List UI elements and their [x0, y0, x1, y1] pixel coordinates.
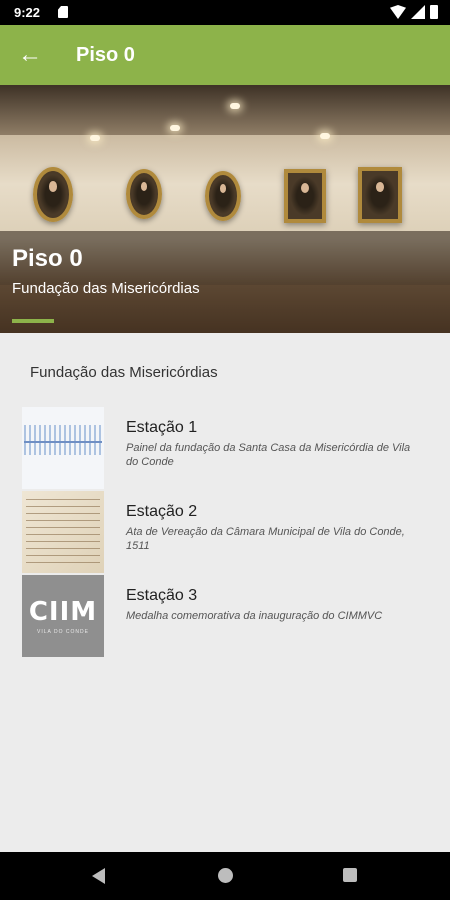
- portrait-painting: [358, 167, 402, 223]
- hero-title: Piso 0: [12, 245, 83, 272]
- station-title: Estação 1: [126, 419, 198, 436]
- station-item-1[interactable]: Estação 1 Painel da fundação da Santa Ca…: [22, 407, 432, 489]
- sd-card-icon: [58, 6, 68, 18]
- ciim-logo: CIIM: [28, 597, 98, 627]
- portrait-painting: [284, 169, 326, 223]
- station-description: Painel da fundação da Santa Casa da Mise…: [126, 442, 411, 468]
- nav-home-icon[interactable]: [218, 868, 233, 883]
- hero-subtitle: Fundação das Misericórdias: [12, 280, 200, 297]
- section-title: Fundação das Misericórdias: [30, 364, 218, 381]
- station-thumbnail: [22, 491, 104, 573]
- station-description: Medalha comemorativa da inauguração do C…: [126, 610, 383, 622]
- station-title: Estação 2: [126, 503, 198, 520]
- signal-icon: [411, 5, 425, 19]
- ciim-logo-sub: VILA DO CONDE: [37, 629, 89, 635]
- battery-icon: [430, 5, 438, 19]
- status-bar: 9:22: [0, 0, 450, 25]
- wifi-icon: [390, 5, 406, 19]
- nav-back-icon[interactable]: [92, 868, 105, 884]
- ceiling-lamp: [170, 125, 180, 131]
- arrow-left-icon: ←: [18, 41, 42, 68]
- status-time: 9:22: [14, 5, 41, 20]
- nav-recents-icon[interactable]: [343, 868, 357, 882]
- station-title: Estação 3: [126, 587, 198, 604]
- portrait-painting: [205, 171, 241, 221]
- ceiling-lamp: [320, 133, 330, 139]
- portrait-painting: [33, 167, 73, 222]
- station-description: Ata de Vereação da Câmara Municipal de V…: [126, 526, 405, 552]
- station-item-2[interactable]: Estação 2 Ata de Vereação da Câmara Muni…: [22, 491, 432, 573]
- station-thumbnail: [22, 407, 104, 489]
- hero-accent-bar: [12, 319, 54, 323]
- app-bar: ← Piso 0: [0, 25, 450, 85]
- ceiling-lamp: [230, 103, 240, 109]
- station-thumbnail: CIIM VILA DO CONDE: [22, 575, 104, 657]
- gallery-ceiling: [0, 85, 450, 135]
- back-button[interactable]: ←: [0, 25, 60, 85]
- hero-image: Piso 0 Fundação das Misericórdias: [0, 85, 450, 333]
- status-icons: [390, 5, 438, 19]
- portrait-painting: [126, 169, 162, 219]
- page-title: Piso 0: [76, 43, 135, 66]
- system-nav-bar: [0, 852, 450, 900]
- ceiling-lamp: [90, 135, 100, 141]
- station-item-3[interactable]: CIIM VILA DO CONDE Estação 3 Medalha com…: [22, 575, 432, 657]
